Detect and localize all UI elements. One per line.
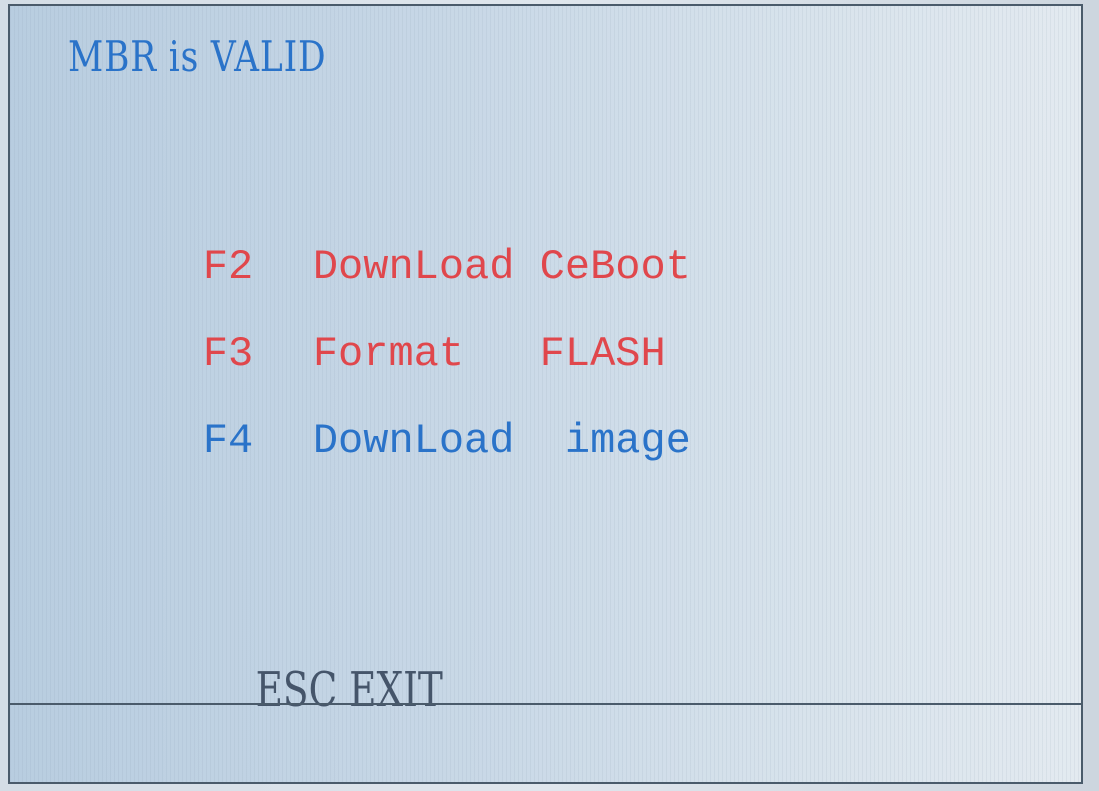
menu-label-download-ceboot: DownLoad CeBoot — [312, 243, 691, 291]
menu-label-format-flash: Format FLASH — [312, 330, 666, 378]
mbr-status-title: MBR is VALID — [68, 32, 327, 81]
status-bar — [10, 705, 1081, 782]
menu-label-download-image: DownLoad image — [312, 417, 691, 465]
menu-key-f3: F3 — [202, 330, 254, 378]
menu-key-f4: F4 — [202, 417, 254, 465]
menu-key-f2: F2 — [202, 243, 254, 291]
menu-item-download-image[interactable]: F4 DownLoad image — [102, 378, 691, 504]
lcd-screen: MBR is VALID F2 DownLoad CeBoot F3 Format … — [8, 4, 1083, 784]
